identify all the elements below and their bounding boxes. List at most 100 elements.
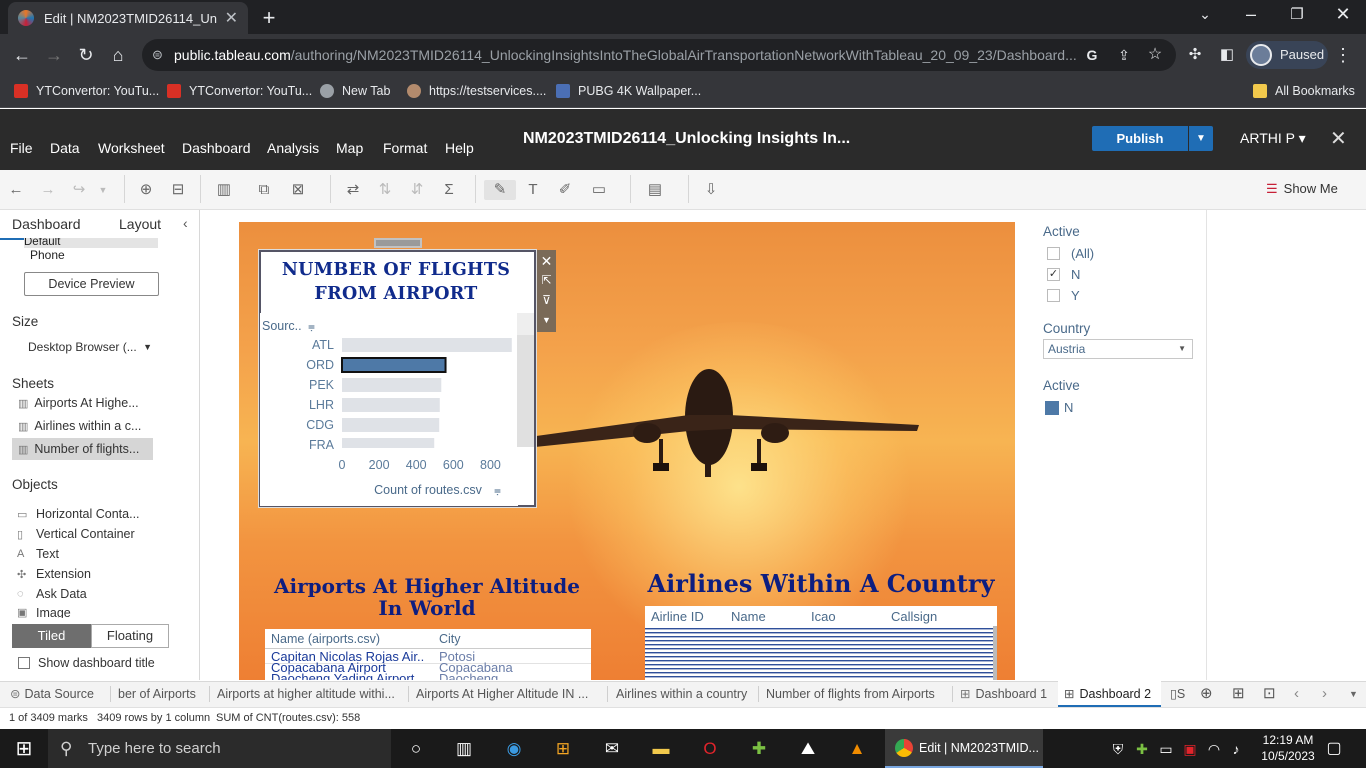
user-menu[interactable]: ARTHI P ▾ [1240, 130, 1306, 147]
close-tab-icon[interactable]: ✕ [225, 8, 238, 28]
column-header[interactable]: Callsign [891, 609, 937, 624]
category-label[interactable]: ORD [306, 358, 334, 372]
system-clock[interactable]: 12:19 AM 10/5/2023 [1252, 732, 1324, 764]
menu-file[interactable]: File [10, 140, 33, 156]
menu-worksheet[interactable]: Worksheet [98, 140, 165, 156]
all-bookmarks[interactable]: All Bookmarks [1253, 81, 1355, 101]
replay-dropdown-icon[interactable]: ▼ [92, 180, 114, 200]
vlc-icon[interactable]: ▲ [845, 737, 869, 761]
chrome-taskbar-item[interactable]: Edit | NM2023TMID... [885, 729, 1043, 768]
tab-dashboard[interactable]: Dashboard [12, 216, 81, 232]
close-window-icon[interactable]: ✕ [1334, 4, 1352, 25]
chrome-menu-icon[interactable]: ⋮ [1331, 43, 1355, 67]
cortana-icon[interactable]: ○ [404, 737, 428, 761]
sheet-tab-active[interactable]: ⊞ Dashboard 2 [1058, 681, 1161, 707]
volume-icon[interactable]: ♪ [1224, 737, 1248, 761]
windows-start-icon[interactable]: ⊞ [12, 737, 36, 761]
minimize-icon[interactable]: – [1242, 4, 1260, 25]
menu-map[interactable]: Map [336, 140, 363, 156]
taskbar-search[interactable]: ⚲ Type here to search [48, 729, 391, 768]
more-options-icon[interactable]: ▼ [540, 315, 553, 325]
color-legend-item[interactable]: N [1045, 400, 1073, 415]
mail-icon[interactable]: ✉ [600, 737, 624, 761]
sheet-tab[interactable]: Airports At Higher Altitude IN ... [416, 681, 606, 707]
story-icon[interactable]: ▯S [1170, 681, 1192, 707]
axis-sort-icon[interactable]: ⩦ [494, 483, 501, 497]
new-story-tab-icon[interactable]: ⊡ [1263, 681, 1283, 707]
menu-dashboard[interactable]: Dashboard [182, 140, 251, 156]
download-icon[interactable]: ⇩ [700, 180, 722, 200]
back-icon[interactable]: ← [10, 43, 34, 67]
sort-ascending-icon[interactable]: ⇅ [374, 180, 396, 200]
menu-data[interactable]: Data [50, 140, 80, 156]
fit-icon[interactable]: ▭ [588, 180, 610, 200]
publish-button[interactable]: Publish [1092, 126, 1188, 151]
remove-icon[interactable]: ✕ [540, 253, 553, 270]
object-horizontal-container[interactable]: ▭ Horizontal Conta... [17, 507, 140, 521]
checkbox[interactable] [1047, 289, 1060, 302]
replay-icon[interactable]: ↪ [68, 180, 90, 200]
profile-button[interactable]: Paused [1246, 41, 1328, 69]
opera-icon[interactable]: O [698, 737, 722, 761]
menu-analysis[interactable]: Analysis [267, 140, 319, 156]
filter-icon[interactable]: ⊽ [540, 293, 553, 307]
checkbox[interactable] [18, 657, 30, 669]
store-icon[interactable]: ⊞ [551, 737, 575, 761]
close-editor-icon[interactable]: ✕ [1330, 126, 1347, 151]
bookmark-item[interactable]: YTConvertor: YouTu... [14, 81, 159, 101]
photos-icon[interactable]: ⛰ [796, 737, 820, 761]
site-info-icon[interactable]: ⊜ [152, 39, 163, 71]
tray-app-icon[interactable]: ✚ [1130, 737, 1154, 761]
google-lens-icon[interactable]: G [1080, 43, 1104, 67]
totals-icon[interactable]: Σ [438, 180, 460, 200]
wifi-icon[interactable]: ◠ [1202, 737, 1226, 761]
chart-scrollbar[interactable] [517, 313, 534, 447]
scroll-tabs-left-icon[interactable]: ‹ [1294, 681, 1308, 707]
sort-descending-icon[interactable]: ⇵ [406, 180, 428, 200]
format-workbook-icon[interactable]: ✐ [554, 180, 576, 200]
bookmark-item[interactable]: PUBG 4K Wallpaper... [556, 81, 701, 101]
object-extension[interactable]: ✣ Extension [17, 567, 91, 581]
reload-icon[interactable]: ↻ [74, 43, 98, 67]
bar-lhr[interactable] [342, 398, 440, 412]
bar-chart[interactable]: Sourc.. ⩦ ATL ORD PEK LHR CDG FRA 0 200 400 600 8… [260, 313, 518, 506]
object-image[interactable]: ▣ Image [17, 607, 71, 618]
category-label[interactable]: ATL [312, 338, 334, 352]
scroll-tabs-right-icon[interactable]: › [1322, 681, 1336, 707]
checkbox[interactable] [1047, 247, 1060, 260]
swap-rows-columns-icon[interactable]: ⇄ [342, 180, 364, 200]
tiled-toggle[interactable]: Tiled [12, 624, 91, 648]
sheet-tab[interactable]: Airlines within a country [616, 681, 758, 707]
dense-table-rows[interactable] [645, 626, 997, 680]
sort-icon[interactable]: ⩦ [308, 319, 315, 333]
share-icon[interactable]: ⇪ [1112, 43, 1136, 67]
edge-icon[interactable]: ◉ [502, 737, 526, 761]
tabs-menu-icon[interactable]: ▼ [1349, 681, 1363, 707]
drag-handle[interactable] [374, 238, 422, 248]
filter-option-all[interactable]: (All) [1047, 246, 1094, 261]
task-view-icon[interactable]: ▥ [452, 737, 476, 761]
address-bar[interactable]: ⊜ public.tableau.com/authoring/NM2023TMI… [142, 39, 1176, 71]
clear-sheet-icon[interactable]: ⊠ [287, 180, 309, 200]
show-dashboard-title[interactable]: Show dashboard title [18, 656, 155, 670]
highlight-icon[interactable]: ✎ [484, 180, 516, 200]
menu-format[interactable]: Format [383, 140, 427, 156]
show-me-button[interactable]: ☰ Show Me [1266, 181, 1338, 197]
floating-toggle[interactable]: Floating [91, 624, 169, 648]
game-icon[interactable]: ✚ [747, 737, 771, 761]
bookmark-item[interactable]: https://testservices.... [407, 81, 546, 101]
browser-tab[interactable]: Edit | NM2023TMID26114_Unlock ✕ [8, 2, 248, 34]
side-panel-icon[interactable]: ◧ [1215, 43, 1239, 67]
restore-icon[interactable]: ❐ [1288, 5, 1306, 23]
publish-dropdown-icon[interactable]: ▼ [1189, 126, 1213, 151]
menu-help[interactable]: Help [445, 140, 474, 156]
filter-option-y[interactable]: Y [1047, 288, 1080, 303]
presentation-mode-icon[interactable]: ▤ [644, 180, 666, 200]
redo-icon[interactable]: → [37, 180, 59, 200]
column-header[interactable]: Name (airports.csv) [271, 632, 380, 646]
workbook-title[interactable]: NM2023TMID26114_Unlocking Insights In... [523, 130, 850, 148]
new-worksheet-tab-icon[interactable]: ⊕ [1200, 681, 1220, 707]
notifications-icon[interactable]: ▢ [1322, 737, 1346, 761]
table-cell[interactable]: Daocheng Yading Airport [271, 671, 414, 680]
forward-icon[interactable]: → [42, 43, 66, 67]
